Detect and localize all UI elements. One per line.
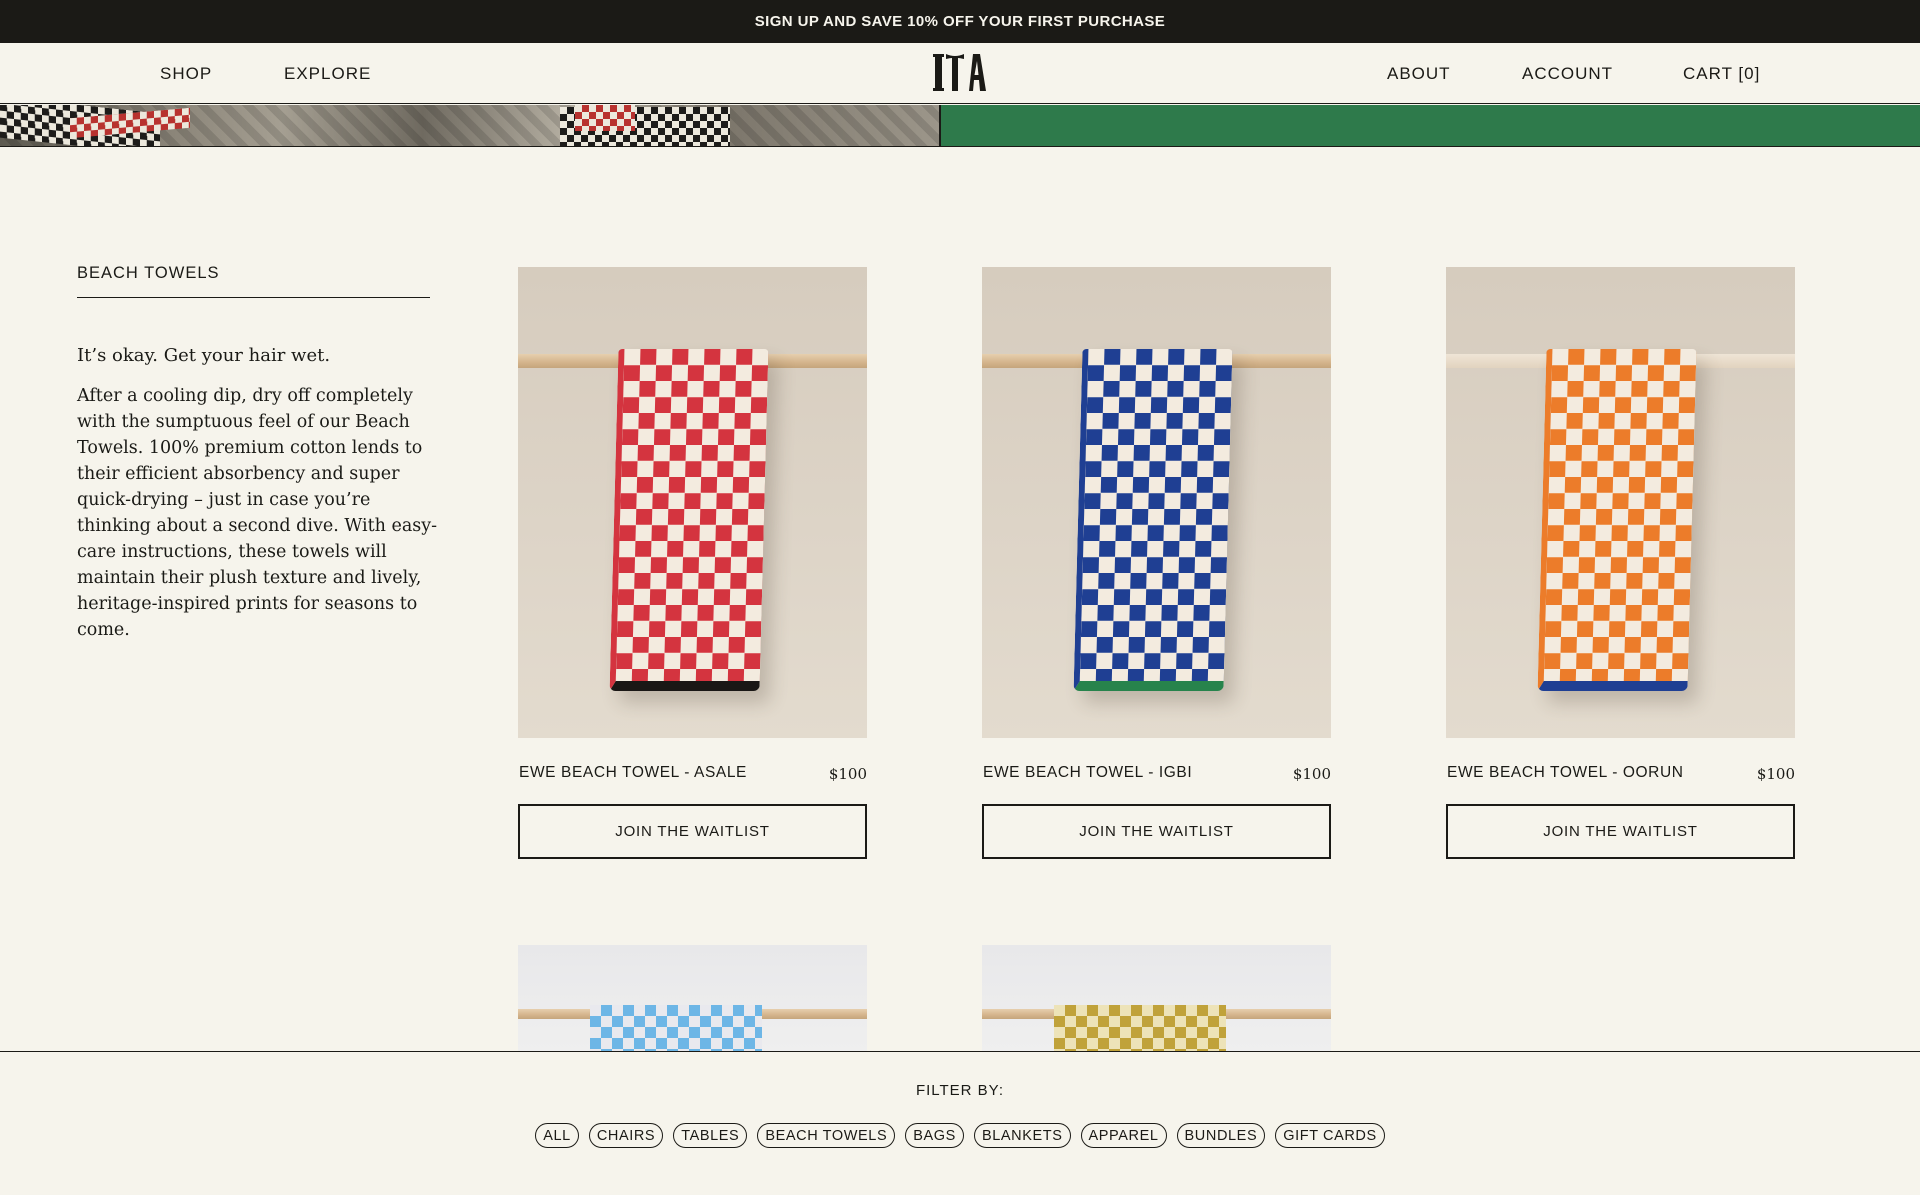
product-name[interactable]: EWE BEACH TOWEL - OORUN [1447,764,1684,782]
hero-image [0,105,939,146]
product-meta: EWE BEACH TOWEL - IGBI $100 [982,764,1331,804]
product-image[interactable] [982,267,1331,738]
product-meta: EWE BEACH TOWEL - ASALE $100 [518,764,867,804]
site-header: SHOP EXPLORE ABOUT ACCOUNT CART [0] [0,43,1920,104]
collection-description: After a cooling dip, dry off completely … [77,386,438,640]
hero-green-panel [941,105,1920,146]
towel-pattern [1537,349,1697,691]
product-image[interactable] [518,267,867,738]
filter-beach-towels[interactable]: BEACH TOWELS [757,1123,896,1148]
product-card: EWE BEACH TOWEL - ASALE $100 JOIN THE WA… [518,267,867,859]
product-image-partial[interactable] [518,945,867,1051]
product-name[interactable]: EWE BEACH TOWEL - IGBI [983,764,1192,782]
announcement-text: SIGN UP AND SAVE 10% OFF YOUR FIRST PURC… [754,13,1166,30]
product-card: EWE BEACH TOWEL - OORUN $100 JOIN THE WA… [1446,267,1795,859]
nav-explore[interactable]: EXPLORE [284,43,371,104]
filter-bar: FILTER BY: ALL CHAIRS TABLES BEACH TOWEL… [0,1051,1920,1195]
towel-pattern [590,1005,762,1051]
nav-cart[interactable]: CART [0] [1683,43,1760,104]
filter-chairs[interactable]: CHAIRS [588,1123,664,1148]
towel-pattern [1054,1005,1226,1051]
filter-tables[interactable]: TABLES [673,1123,748,1148]
collection-title: BEACH TOWELS [77,264,430,298]
product-image-partial[interactable] [982,945,1331,1051]
logo[interactable] [932,48,988,96]
join-waitlist-button[interactable]: JOIN THE WAITLIST [982,804,1331,859]
nav-shop[interactable]: SHOP [160,43,212,104]
collection-tagline: It’s okay. Get your hair wet. [77,345,331,366]
filter-bundles[interactable]: BUNDLES [1176,1123,1266,1148]
filter-all[interactable]: ALL [535,1123,579,1148]
filter-gift-cards[interactable]: GIFT CARDS [1275,1123,1385,1148]
towel-pattern [609,349,769,691]
ita-logo-icon [933,54,986,91]
filter-pills: ALL CHAIRS TABLES BEACH TOWELS BAGS BLAN… [0,1123,1920,1148]
announcement-bar[interactable]: SIGN UP AND SAVE 10% OFF YOUR FIRST PURC… [0,0,1920,43]
hero-banner [0,105,1920,147]
product-card: EWE BEACH TOWEL - IGBI $100 JOIN THE WAI… [982,267,1331,859]
filter-bags[interactable]: BAGS [905,1123,964,1148]
product-price: $100 [1292,765,1331,783]
filter-blankets[interactable]: BLANKETS [973,1123,1071,1148]
nav-about[interactable]: ABOUT [1387,43,1451,104]
filter-apparel[interactable]: APPAREL [1080,1123,1167,1148]
product-name[interactable]: EWE BEACH TOWEL - ASALE [519,764,747,782]
towel-pattern [1073,349,1233,691]
product-image[interactable] [1446,267,1795,738]
product-price: $100 [828,765,867,783]
join-waitlist-button[interactable]: JOIN THE WAITLIST [1446,804,1795,859]
filter-label: FILTER BY: [915,1082,1005,1099]
product-price: $100 [1756,765,1795,783]
product-meta: EWE BEACH TOWEL - OORUN $100 [1446,764,1795,804]
nav-account[interactable]: ACCOUNT [1522,43,1613,104]
join-waitlist-button[interactable]: JOIN THE WAITLIST [518,804,867,859]
